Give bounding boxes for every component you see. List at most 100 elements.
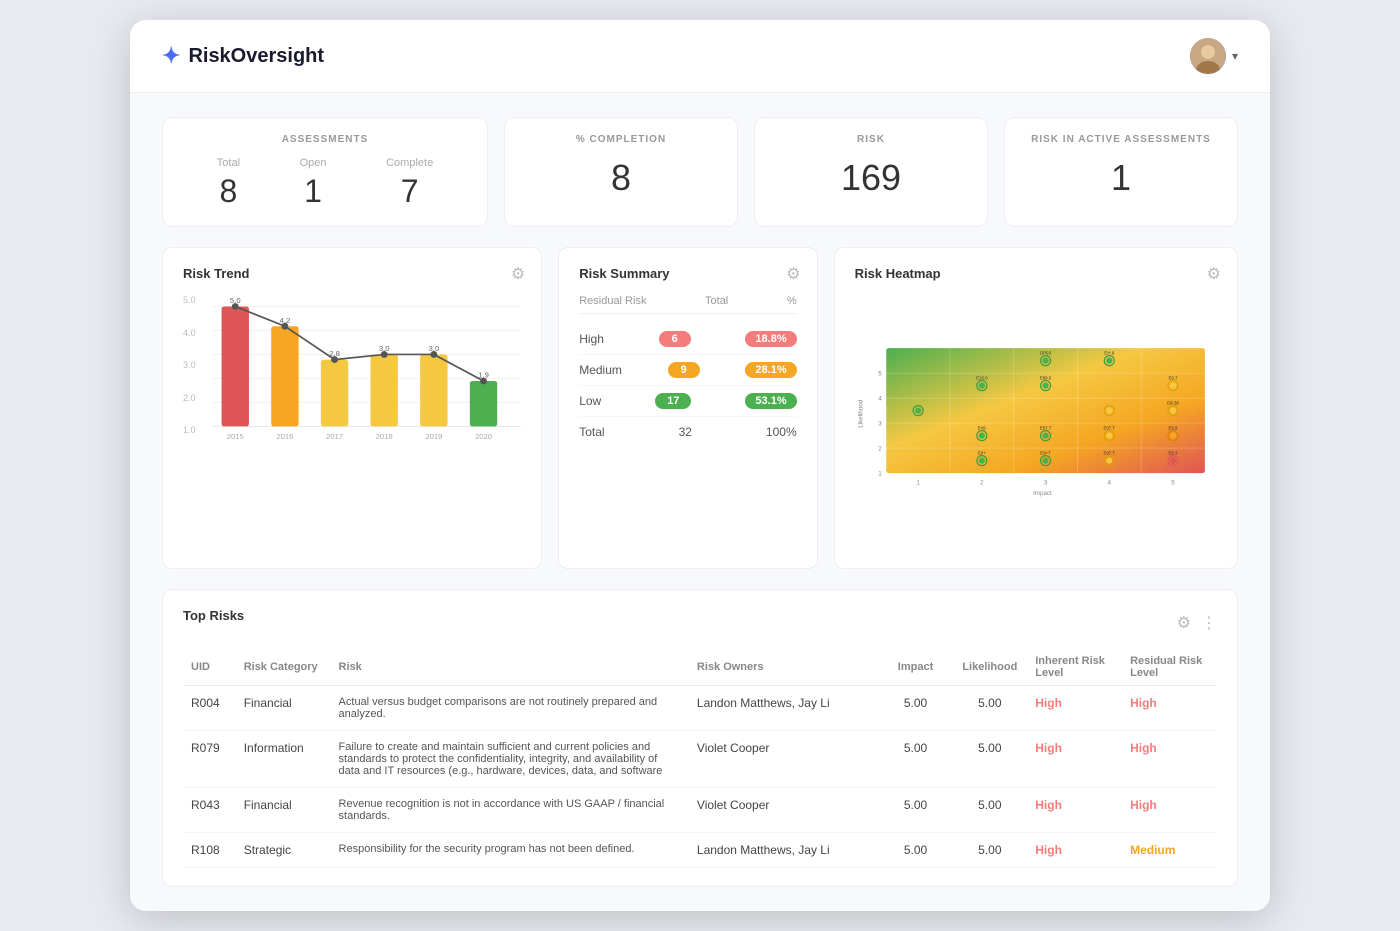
- top-risks-table: UID Risk Category Risk Risk Owners Impac…: [183, 649, 1217, 868]
- cell-owners: Landon Matthews, Jay Li: [689, 686, 879, 731]
- cell-likelihood: 5.00: [952, 788, 1027, 833]
- low-count: 17: [655, 393, 691, 409]
- cell-risk: Actual versus budget comparisons are not…: [331, 686, 689, 731]
- col-header-risk: Risk: [331, 649, 689, 686]
- heatmap-dot-fill: [1042, 358, 1048, 364]
- high-label: High: [579, 332, 604, 346]
- svg-text:E9.3: E9.3: [1168, 450, 1178, 455]
- chevron-down-icon: ▾: [1232, 49, 1238, 63]
- medium-count: 9: [668, 362, 700, 378]
- cell-inherent-level: High: [1027, 731, 1122, 788]
- svg-text:Likelihood: Likelihood: [857, 399, 864, 428]
- heatmap-dot-fill: [1170, 383, 1176, 389]
- cell-risk: Failure to create and maintain sufficien…: [331, 731, 689, 788]
- svg-text:E9.9: E9.9: [1168, 425, 1178, 430]
- cell-likelihood: 5.00: [952, 731, 1027, 788]
- kpi-risk-active-value-wrap: 1: [1029, 157, 1213, 199]
- col-header-impact: Impact: [879, 649, 953, 686]
- risk-total-row: Total 32 100%: [579, 417, 796, 439]
- heatmap-card: Risk Heatmap ⚙: [834, 247, 1238, 569]
- low-pct: 53.1%: [745, 393, 796, 409]
- heatmap-gear-icon[interactable]: ⚙: [1207, 264, 1221, 284]
- svg-text:2019: 2019: [425, 432, 442, 441]
- table-row: R004 Financial Actual versus budget comp…: [183, 686, 1217, 731]
- bar-2020: [470, 381, 497, 426]
- bar-chart-svg: 5.0 4.2 2.8 3.0 3.0: [213, 295, 521, 455]
- risk-trend-gear-icon[interactable]: ⚙: [511, 264, 525, 284]
- kpi-risk-value-wrap: 169: [779, 157, 963, 199]
- col-header-owners: Risk Owners: [689, 649, 879, 686]
- bar-2015: [222, 307, 249, 427]
- cell-impact: 5.00: [879, 686, 953, 731]
- cell-residual-level: High: [1122, 731, 1217, 788]
- cell-category: Financial: [236, 788, 331, 833]
- cell-risk: Responsibility for the security program …: [331, 833, 689, 868]
- svg-text:E9+: E9+: [978, 450, 986, 455]
- cell-inherent-level: High: [1027, 833, 1122, 868]
- risk-summary-gear-icon[interactable]: ⚙: [786, 264, 800, 284]
- kpi-completion-value-wrap: 8: [529, 157, 713, 199]
- user-menu[interactable]: ▾: [1190, 38, 1238, 74]
- svg-text:E16.0: E16.0: [976, 375, 988, 380]
- bar-2017: [321, 360, 348, 427]
- svg-text:2015: 2015: [227, 432, 244, 441]
- bar-2016: [271, 326, 298, 426]
- cell-owners: Violet Cooper: [689, 731, 879, 788]
- col-total: Total: [705, 295, 728, 307]
- cell-likelihood: 5.00: [952, 833, 1027, 868]
- col-header-category: Risk Category: [236, 649, 331, 686]
- heatmap-dot-fill: [978, 432, 984, 438]
- cell-category: Financial: [236, 686, 331, 731]
- risk-trend-title: Risk Trend: [183, 266, 521, 281]
- svg-text:1: 1: [916, 479, 920, 486]
- table-gear-icon[interactable]: ⚙: [1177, 613, 1191, 633]
- risk-summary-title: Risk Summary: [579, 266, 796, 281]
- heatmap-dot-fill: [1042, 432, 1048, 438]
- cell-residual-level: High: [1122, 788, 1217, 833]
- svg-text:3: 3: [878, 421, 882, 428]
- svg-text:E89.0: E89.0: [1039, 375, 1051, 380]
- col-header-residual: Residual Risk Level: [1122, 649, 1217, 686]
- kpi-complete-label: Complete: [386, 157, 433, 169]
- y-label-3: 3.0: [183, 360, 196, 370]
- svg-text:E97.T: E97.T: [1103, 425, 1115, 430]
- kpi-risk-active: RISK IN ACTIVE ASSESSMENTS 1: [1004, 117, 1238, 227]
- svg-text:2016: 2016: [276, 432, 293, 441]
- top-risks-title: Top Risks: [183, 608, 244, 623]
- svg-text:EH.9: EH.9: [1104, 350, 1114, 355]
- heatmap-dot-fill: [1170, 408, 1176, 414]
- y-label-1: 1.0: [183, 425, 196, 435]
- table-menu-icon[interactable]: ⋮: [1201, 613, 1217, 633]
- kpi-assessments-title: ASSESSMENTS: [187, 134, 463, 145]
- cell-likelihood: 5.00: [952, 686, 1027, 731]
- main-content: ASSESSMENTS Total 8 Open 1 Complete 7: [130, 93, 1270, 911]
- heatmap-dot-fill: [1106, 432, 1112, 438]
- kpi-open-group: Open 1: [300, 157, 327, 210]
- cell-uid: R108: [183, 833, 236, 868]
- kpi-risk-value: 169: [779, 157, 963, 199]
- kpi-completion: % COMPLETION 8: [504, 117, 738, 227]
- svg-text:E97.T: E97.T: [1103, 450, 1115, 455]
- cell-impact: 5.00: [879, 731, 953, 788]
- kpi-open-value: 1: [300, 173, 327, 210]
- kpi-risk: RISK 169: [754, 117, 988, 227]
- high-count: 6: [659, 331, 691, 347]
- svg-text:D9.38: D9.38: [1167, 400, 1179, 405]
- heatmap-dot-fill: [1106, 408, 1112, 414]
- cell-inherent-level: High: [1027, 788, 1122, 833]
- trend-dot-2016: [281, 323, 288, 330]
- col-pct: %: [787, 295, 797, 307]
- kpi-complete-group: Complete 7: [386, 157, 433, 210]
- risk-row-medium: Medium 9 28.1%: [579, 355, 796, 386]
- top-risks-card: Top Risks ⚙ ⋮ UID Risk Category Risk Ris…: [162, 589, 1238, 887]
- cell-uid: R079: [183, 731, 236, 788]
- svg-text:4: 4: [1107, 479, 1111, 486]
- heatmap-title: Risk Heatmap: [855, 266, 1217, 281]
- col-header-inherent: Inherent Risk Level: [1027, 649, 1122, 686]
- heatmap-svg: Likelihood Impact 1 2 3 4 5 1 2 3 4: [855, 295, 1217, 545]
- table-row: R079 Information Failure to create and m…: [183, 731, 1217, 788]
- heatmap-dot-fill: [915, 408, 921, 414]
- kpi-assessments-values: Total 8 Open 1 Complete 7: [187, 157, 463, 210]
- heatmap-dot-fill: [1106, 457, 1112, 463]
- svg-text:5: 5: [1171, 479, 1175, 486]
